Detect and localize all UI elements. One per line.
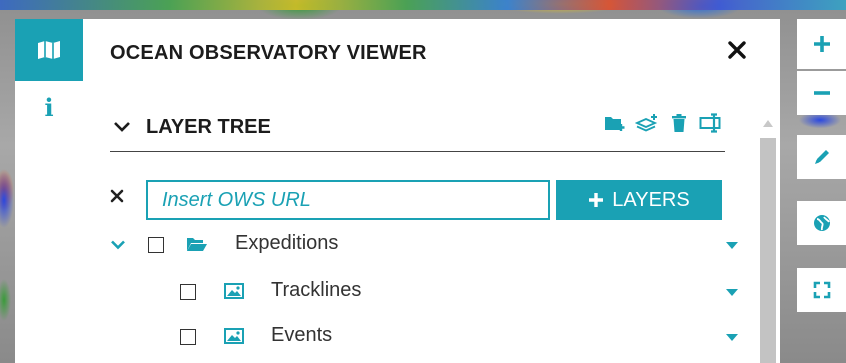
projection-button[interactable] [797,201,846,245]
node-label: Events [271,324,333,346]
chevron-down-icon [114,122,130,132]
add-layer-button[interactable] [635,111,659,135]
expand-toggle[interactable] [110,237,126,258]
panel-scrollbar[interactable] [760,120,776,363]
trash-icon [672,114,686,132]
side-rail: i [15,19,83,363]
zoom-out-button[interactable] [797,71,846,115]
layer-checkbox[interactable] [180,329,196,345]
plus-icon [589,193,604,207]
scrollbar-thumb[interactable] [760,138,776,363]
delete-button[interactable] [667,111,691,135]
caret-down-icon[interactable] [726,289,738,296]
caret-down-icon[interactable] [726,242,738,249]
close-icon [728,41,746,59]
map-tab-button[interactable] [15,19,83,81]
folder-open-icon [187,238,207,251]
close-button[interactable] [728,37,746,63]
chevron-down-icon [111,240,125,250]
add-layers-button[interactable]: LAYERS [556,180,722,220]
zoom-out-icon [813,91,830,95]
node-label: Tracklines [271,279,362,301]
folder-icon-wrap [186,235,208,258]
rename-icon [699,113,721,133]
scroll-up-arrow-icon[interactable] [763,120,773,127]
add-folder-icon [605,117,625,131]
image-icon [224,283,244,299]
tree-node-expeditions: Expeditions [110,225,750,265]
add-layers-label: LAYERS [612,188,690,211]
zoom-in-icon [813,36,830,52]
tree-node-tracklines: Tracklines [110,272,750,312]
zoom-in-button[interactable] [797,19,846,69]
rename-button[interactable] [699,111,723,135]
layer-tree-toolbar [603,111,723,135]
panel-title: OCEAN OBSERVATORY VIEWER [110,42,427,64]
layer-checkbox[interactable] [180,284,196,300]
draw-button[interactable] [797,135,846,179]
layer-tree-header: LAYER TREE [110,111,725,152]
info-tab-button[interactable]: i [15,81,83,133]
caret-down-icon[interactable] [726,334,738,341]
layer-checkbox[interactable] [148,237,164,253]
pencil-icon [814,150,829,164]
node-label: Expeditions [235,232,339,254]
layer-tree-title: LAYER TREE [146,116,271,138]
ows-url-row: LAYERS [110,180,725,224]
map-icon [38,41,60,59]
tree-node-events: Events [110,317,750,357]
image-icon [224,328,244,344]
viewer-panel: OCEAN OBSERVATORY VIEWER LAYER TREE Inse… [83,19,780,363]
add-folder-button[interactable] [603,111,627,135]
clear-url-button[interactable] [110,186,124,209]
fullscreen-button[interactable] [797,268,846,312]
close-icon [110,189,124,203]
fullscreen-icon [813,281,830,299]
collapse-tree-button[interactable] [112,117,132,142]
info-icon: i [44,92,54,122]
image-icon-wrap [224,283,244,304]
add-layer-icon [635,114,658,132]
globe-icon [813,215,830,231]
image-icon-wrap [224,328,244,349]
ows-url-input[interactable] [146,180,550,220]
